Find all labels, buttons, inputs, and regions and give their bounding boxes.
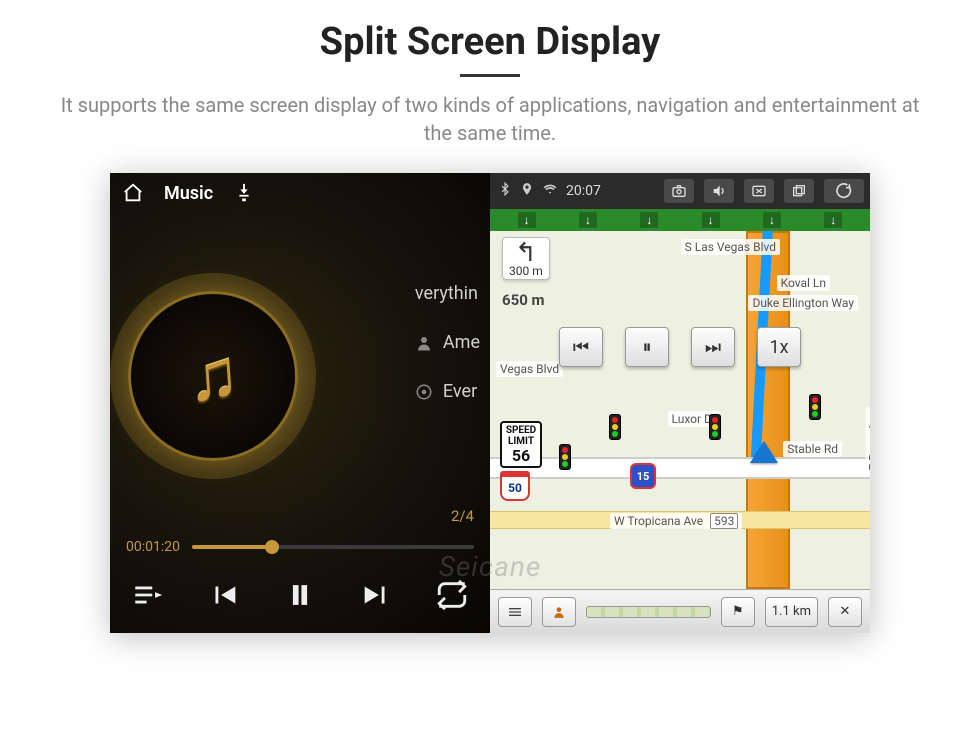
sim-prev-button[interactable]: ⏮ xyxy=(559,327,603,367)
nav-distance-value: 1.1 km xyxy=(772,604,811,619)
elapsed-time: 00:01:20 xyxy=(126,539,180,555)
home-icon[interactable] xyxy=(122,182,144,204)
nav-menu-button[interactable] xyxy=(498,597,532,627)
street-vegas-blvd-left: Vegas Blvd xyxy=(496,361,563,377)
recents-button[interactable] xyxy=(784,179,814,203)
street-duke: Duke Ellington Way xyxy=(748,295,858,311)
seek-knob[interactable] xyxy=(265,540,279,554)
next-turn-badge: ↰ 300 m xyxy=(502,237,550,280)
title-underline xyxy=(460,74,520,77)
volume-button[interactable] xyxy=(704,179,734,203)
route-badge-593: 593 xyxy=(710,513,738,529)
music-controls xyxy=(110,561,490,633)
artist-text: Ame xyxy=(443,332,480,353)
status-left: 20:07 xyxy=(490,182,609,200)
person-icon xyxy=(415,334,433,352)
status-bar: 20:07 xyxy=(490,173,870,209)
location-pin-icon xyxy=(520,182,534,200)
track-title-row: verythin xyxy=(415,283,480,304)
music-pane: Music ♫ verythin Ame Ever xyxy=(110,173,490,633)
playlist-button[interactable] xyxy=(131,578,165,616)
usb-icon[interactable] xyxy=(233,182,255,204)
street-tropicana-text: W Tropicana Ave xyxy=(614,514,703,528)
street-reno: E Reno Ave xyxy=(866,407,870,475)
traffic-light-icon xyxy=(560,445,570,469)
sim-next-button[interactable]: ⏭ xyxy=(691,327,735,367)
street-koval: Koval Ln xyxy=(777,275,830,291)
street-s-las-vegas: S Las Vegas Blvd xyxy=(681,239,780,255)
screenshot-button[interactable] xyxy=(664,179,694,203)
seek-fill xyxy=(192,545,271,549)
pause-button[interactable] xyxy=(283,578,317,616)
nav-flag-button[interactable]: ⚑ xyxy=(721,597,755,627)
lane-arrow-icon: ↓ xyxy=(824,212,842,228)
page-title: Split Screen Display xyxy=(0,20,980,64)
lane-arrow-icon: ↓ xyxy=(763,212,781,228)
lane-arrow-icon: ↓ xyxy=(579,212,597,228)
artist-row: Ame xyxy=(415,332,480,353)
track-index: 2/4 xyxy=(451,507,474,525)
interstate-shield-15: 15 xyxy=(630,463,656,489)
repeat-mode-button[interactable] xyxy=(435,578,469,616)
track-meta: verythin Ame Ever xyxy=(415,283,480,402)
traffic-light-icon xyxy=(710,415,720,439)
approach-distance: 650 m xyxy=(502,291,545,309)
route-progress-bar[interactable] xyxy=(586,606,711,618)
traffic-light-icon xyxy=(810,395,820,419)
nav-distance-readout: 1.1 km xyxy=(765,597,818,627)
album-row: Ever xyxy=(415,381,480,402)
speed-limit-label: SPEED LIMIT xyxy=(502,425,540,447)
nav-close-button[interactable]: ✕ xyxy=(828,597,862,627)
next-button[interactable] xyxy=(359,578,393,616)
track-title-text: verythin xyxy=(415,283,478,304)
disc-icon xyxy=(415,383,433,401)
progress-row: 00:01:20 xyxy=(110,539,490,561)
status-right xyxy=(664,179,870,203)
split-screen-device: Music ♫ verythin Ame Ever xyxy=(110,173,870,633)
vehicle-cursor-icon xyxy=(750,441,778,463)
navigation-pane: 20:07 ↓ ↓ xyxy=(490,173,870,633)
speed-limit-value: 56 xyxy=(502,447,540,465)
album-area: ♫ verythin Ame Ever xyxy=(110,213,490,539)
nav-person-button[interactable] xyxy=(542,597,576,627)
page-subtitle: It supports the same screen display of t… xyxy=(0,91,980,147)
white-road xyxy=(490,457,870,479)
music-app-title: Music xyxy=(164,183,213,204)
wifi-icon xyxy=(542,182,558,200)
speed-limit-sign: SPEED LIMIT 56 xyxy=(500,421,542,468)
traffic-light-icon xyxy=(610,415,620,439)
turn-distance-small: 300 m xyxy=(509,264,543,278)
turn-left-icon: ↰ xyxy=(509,242,543,265)
map-canvas[interactable]: ↰ 300 m 650 m S Las Vegas Blvd Koval Ln … xyxy=(490,231,870,589)
back-button[interactable] xyxy=(824,179,864,203)
lane-arrow-icon: ↓ xyxy=(640,212,658,228)
lane-guidance-bar: ↓ ↓ ↓ ↓ ↓ ↓ xyxy=(490,209,870,231)
sim-controls: ⏮ ⏸ ⏭ 1x xyxy=(559,327,801,367)
status-time: 20:07 xyxy=(566,183,601,199)
sim-speed-button[interactable]: 1x xyxy=(757,327,801,367)
street-tropicana: W Tropicana Ave 593 xyxy=(610,513,742,529)
lane-arrow-icon: ↓ xyxy=(518,212,536,228)
route-shield-50: 50 xyxy=(500,471,530,501)
street-stable: Stable Rd xyxy=(783,441,842,457)
close-app-button[interactable] xyxy=(744,179,774,203)
album-art[interactable]: ♫ xyxy=(128,291,298,461)
nav-bottom-bar: ⚑ 1.1 km ✕ xyxy=(490,589,870,633)
music-note-icon: ♫ xyxy=(184,339,241,412)
album-text: Ever xyxy=(443,381,477,402)
music-topbar: Music xyxy=(110,173,490,213)
sim-pause-button[interactable]: ⏸ xyxy=(625,327,669,367)
bluetooth-icon xyxy=(498,182,512,200)
seek-bar[interactable] xyxy=(192,545,474,549)
approach-distance-text: 650 m xyxy=(502,291,545,309)
prev-button[interactable] xyxy=(207,578,241,616)
lane-arrow-icon: ↓ xyxy=(702,212,720,228)
